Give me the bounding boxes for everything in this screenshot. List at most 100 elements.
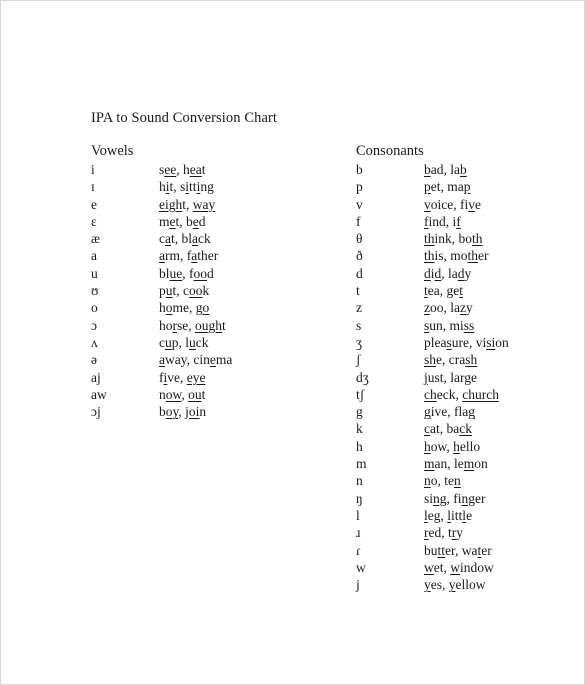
ipa-entry-row: ʃ she, crash (356, 352, 509, 369)
ipa-symbol: i (91, 162, 95, 177)
ipa-entry-row: j yes, yellow (356, 577, 509, 594)
example-words: met, bed (159, 213, 206, 229)
ipa-symbol: m (356, 456, 367, 472)
ipa-entry-row: v voice, five (356, 197, 509, 214)
ipa-entry-row: ɪ hit, sitting (91, 179, 232, 196)
ipa-symbol: p (356, 179, 363, 195)
ipa-entry-row: i see, heat (91, 162, 232, 179)
ipa-entry-row: aw now, out (91, 387, 232, 404)
consonants-entry-list: b bad, lab p pet, map v voice, five f find, if θ… (356, 162, 509, 594)
ipa-symbol: d (356, 265, 363, 281)
example-words: now, out (159, 386, 206, 402)
example-words: away, cinema (159, 352, 233, 368)
example-words: cat, back (424, 421, 472, 437)
example-words: bad, lab (424, 162, 467, 177)
ipa-symbol: æ (91, 231, 101, 247)
ipa-symbol: w (356, 559, 366, 575)
example-words: cat, black (159, 231, 211, 247)
ipa-entry-row: e eight, way (91, 197, 232, 214)
ipa-symbol: ɔj (91, 404, 101, 420)
example-words: check, church (424, 386, 499, 402)
ipa-entry-row: aj five, eye (91, 370, 232, 387)
ipa-symbol: aj (91, 369, 101, 385)
example-words: home, go (159, 300, 210, 316)
ipa-entry-row: tʃ check, church (356, 387, 509, 404)
ipa-symbol: ʃ (356, 352, 361, 368)
ipa-symbol: ŋ (356, 490, 363, 506)
example-words: wet, window (424, 559, 494, 575)
example-words: think, both (424, 231, 483, 247)
example-words: cup, luck (159, 334, 209, 350)
ipa-entry-row: ɔ horse, ought (91, 318, 232, 335)
vowels-column: Vowels i see, heat ɪ hit, sitting e eight, wa… (91, 143, 232, 421)
ipa-entry-row: b bad, lab (356, 162, 509, 179)
ipa-entry-row: n no, ten (356, 473, 509, 490)
ipa-symbol: n (356, 473, 363, 489)
consonants-heading: Consonants (356, 143, 424, 159)
ipa-symbol: o (91, 300, 98, 316)
example-words: butter, water (424, 542, 492, 558)
ipa-entry-row: ʒ pleasure, vision (356, 335, 509, 352)
example-words: horse, ought (159, 317, 226, 333)
ipa-symbol: ə (91, 352, 97, 368)
document-page: IPA to Sound Conversion Chart Vowels i se… (0, 0, 585, 685)
ipa-entry-row: ɹ red, try (356, 525, 509, 542)
ipa-symbol: k (356, 421, 363, 437)
ipa-entry-row: ŋ sing, finger (356, 491, 509, 508)
example-words: put, cook (159, 283, 210, 299)
ipa-symbol: s (356, 317, 362, 333)
example-words: sing, finger (424, 490, 486, 506)
example-words: sun, miss (424, 317, 475, 333)
ipa-symbol: ɔ (91, 317, 97, 333)
ipa-symbol: f (356, 213, 361, 229)
vowels-heading: Vowels (91, 143, 134, 159)
ipa-symbol: aw (91, 386, 107, 402)
ipa-symbol: l (356, 507, 360, 523)
ipa-symbol: ʌ (91, 334, 98, 350)
example-words: find, if (424, 213, 461, 229)
ipa-entry-row: æ cat, black (91, 231, 232, 248)
ipa-symbol: dʒ (356, 369, 369, 385)
ipa-entry-row: θ think, both (356, 231, 509, 248)
ipa-entry-row: m man, lemon (356, 456, 509, 473)
ipa-symbol: b (356, 162, 363, 177)
ipa-symbol: a (91, 248, 97, 264)
ipa-entry-row: ʊ put, cook (91, 283, 232, 300)
example-words: how, hello (424, 438, 481, 454)
ipa-entry-row: k cat, back (356, 421, 509, 438)
example-words: hit, sitting (159, 179, 214, 195)
ipa-entry-row: g give, flag (356, 404, 509, 421)
vowels-entry-list: i see, heat ɪ hit, sitting e eight, way ɛ met, … (91, 162, 232, 421)
consonants-column: Consonants b bad, lab p pet, map v voice, fiv… (356, 143, 509, 594)
ipa-symbol: z (356, 300, 362, 316)
ipa-symbol: g (356, 404, 363, 420)
ipa-entry-row: dʒ just, large (356, 370, 509, 387)
ipa-symbol: t (356, 283, 360, 299)
ipa-symbol: j (356, 577, 360, 593)
ipa-entry-row: p pet, map (356, 179, 509, 196)
page-title: IPA to Sound Conversion Chart (91, 110, 278, 126)
example-words: arm, father (159, 248, 219, 264)
example-words: no, ten (424, 473, 461, 489)
example-words: zoo, lazy (424, 300, 473, 316)
ipa-entry-row: ð this, mother (356, 248, 509, 265)
example-words: yes, yellow (424, 577, 486, 593)
example-words: blue, food (159, 265, 214, 281)
example-words: this, mother (424, 248, 489, 264)
ipa-symbol: θ (356, 231, 363, 247)
example-words: red, try (424, 525, 463, 541)
example-words: she, crash (424, 352, 478, 368)
example-words: did, lady (424, 265, 472, 281)
ipa-entry-row: z zoo, lazy (356, 300, 509, 317)
ipa-symbol: v (356, 196, 363, 212)
example-words: pet, map (424, 179, 471, 195)
ipa-symbol: ʊ (91, 283, 99, 299)
ipa-symbol: ð (356, 248, 363, 264)
example-words: leg, little (424, 507, 473, 523)
ipa-entry-row: ɔj boy, join (91, 404, 232, 421)
ipa-symbol: h (356, 438, 363, 454)
example-words: voice, five (424, 196, 481, 212)
ipa-symbol: tʃ (356, 386, 365, 402)
ipa-symbol: e (91, 196, 97, 212)
example-words: pleasure, vision (424, 334, 509, 350)
